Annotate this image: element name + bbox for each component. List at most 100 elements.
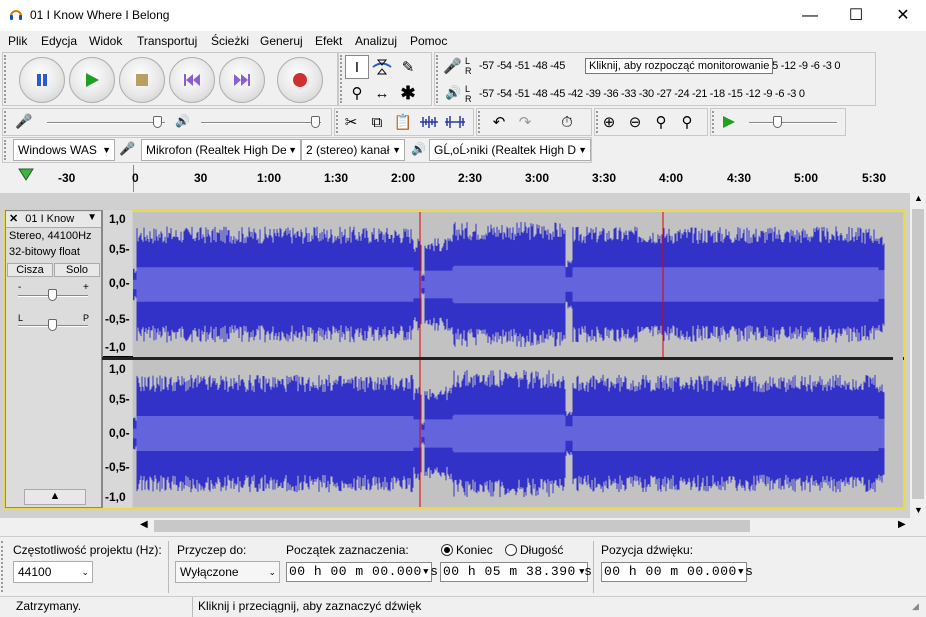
- scroll-up-icon[interactable]: ▲: [914, 193, 923, 203]
- track-title-bar[interactable]: ✕ 01 I Know ▼: [6, 212, 101, 228]
- track-name[interactable]: 01 I Know: [25, 213, 74, 225]
- magnifier-icon: ⚲: [351, 85, 363, 102]
- toolbar-grip[interactable]: [478, 111, 484, 133]
- trim-button[interactable]: [417, 110, 441, 134]
- meter-toolbar: 🎤 LR -57 -54 -51 -48 -45 -15 -12 -9 -6 -…: [434, 52, 876, 106]
- record-meter-mic-icon[interactable]: 🎤: [443, 57, 462, 75]
- chevron-down-icon: ▼: [288, 145, 297, 155]
- audio-host-select[interactable]: Windows WAS ▼: [13, 139, 115, 161]
- menu-view[interactable]: Widok: [89, 34, 122, 48]
- menu-analyze[interactable]: Analizuj: [355, 34, 397, 48]
- selection-start-time[interactable]: 00 h 00 m 00.000 s ▼: [286, 562, 438, 582]
- toolbar-grip[interactable]: [4, 111, 10, 133]
- timeline-ruler[interactable]: -30 0 30 1:00 1:30 2:00 2:30 3:00 3:30 4…: [0, 165, 910, 192]
- play-meter[interactable]: LR -57 -54 -51 -48 -45 -42 -39 -36 -33 -…: [465, 84, 875, 105]
- end-radio-label[interactable]: Koniec: [456, 543, 493, 557]
- record-button[interactable]: [277, 57, 323, 103]
- playback-volume-thumb[interactable]: [311, 116, 320, 128]
- draw-tool-button[interactable]: ✎: [396, 55, 420, 79]
- track-bit-depth: 32-bitowy float: [9, 246, 80, 258]
- cut-button[interactable]: ✂: [339, 110, 363, 134]
- toolbar-grip[interactable]: [1, 541, 7, 592]
- meter-right-label: R: [465, 66, 472, 76]
- stop-button[interactable]: [119, 57, 165, 103]
- chevron-down-icon[interactable]: ▼: [738, 563, 744, 581]
- record-volume-thumb[interactable]: [153, 116, 162, 128]
- resize-grip-icon[interactable]: ◢: [912, 601, 919, 612]
- selection-end-time[interactable]: 00 h 05 m 38.390 s ▼: [440, 562, 592, 582]
- vertical-scroll-thumb[interactable]: [912, 209, 924, 499]
- paste-button[interactable]: 📋: [391, 110, 415, 134]
- length-radio[interactable]: [505, 544, 517, 556]
- play-meter-speaker-icon[interactable]: 🔊: [445, 85, 461, 101]
- fit-project-button[interactable]: ⚲: [675, 110, 699, 134]
- gain-slider-thumb[interactable]: [48, 289, 57, 301]
- playback-device-select[interactable]: GĹ‚oĹ›niki (Realtek High D ▼: [429, 139, 591, 161]
- track-control-panel[interactable]: ✕ 01 I Know ▼ Stereo, 44100Hz 32-bitowy …: [5, 210, 102, 508]
- menu-transport[interactable]: Transportuj: [137, 34, 197, 48]
- maximize-button[interactable]: ☐: [833, 0, 879, 31]
- menu-tracks[interactable]: Ścieżki: [211, 34, 249, 48]
- toolbar-grip[interactable]: [4, 55, 10, 103]
- play-at-speed-button[interactable]: [717, 110, 741, 134]
- close-button[interactable]: ✕: [880, 0, 926, 31]
- track-menu-chevron-icon[interactable]: ▼: [87, 212, 97, 223]
- playback-speed-thumb[interactable]: [773, 116, 782, 128]
- record-meter-ticks: -57 -54 -51 -48 -45: [479, 60, 566, 72]
- ruler-label: 4:30: [727, 171, 752, 185]
- collapse-track-button[interactable]: ▲: [24, 489, 86, 505]
- envelope-tool-button[interactable]: [370, 55, 394, 79]
- snap-to-select[interactable]: Wyłączone ⌄: [175, 561, 280, 583]
- skip-start-button[interactable]: [169, 57, 215, 103]
- playback-speed-slider[interactable]: [749, 122, 837, 124]
- waveform-right-channel[interactable]: [133, 360, 893, 507]
- chevron-down-icon[interactable]: ▼: [579, 563, 585, 581]
- scroll-right-icon[interactable]: ▶: [898, 519, 906, 530]
- scroll-down-icon[interactable]: ▼: [914, 505, 923, 515]
- scroll-left-icon[interactable]: ◀: [140, 519, 148, 530]
- multi-tool-button[interactable]: ✱: [396, 81, 420, 105]
- project-rate-select[interactable]: 44100 ⌄: [13, 561, 93, 583]
- end-radio[interactable]: [441, 544, 453, 556]
- chevron-down-icon[interactable]: ▼: [423, 563, 429, 581]
- horizontal-scrollbar[interactable]: ◀ ▶: [138, 518, 910, 534]
- record-volume-slider[interactable]: [47, 122, 165, 124]
- recording-device-select[interactable]: Mikrofon (Realtek High De ▼: [141, 139, 301, 161]
- toolbar-grip[interactable]: [4, 140, 10, 160]
- divider: [593, 541, 594, 593]
- pause-button[interactable]: [19, 57, 65, 103]
- fit-selection-button[interactable]: ⚲: [649, 110, 673, 134]
- close-track-icon[interactable]: ✕: [9, 213, 18, 225]
- play-head-icon[interactable]: [18, 168, 34, 182]
- menu-edit[interactable]: Edycja: [41, 34, 77, 48]
- waveform-left-channel[interactable]: [133, 212, 893, 357]
- horizontal-scroll-thumb[interactable]: [154, 520, 750, 532]
- audio-position-time[interactable]: 00 h 00 m 00.000 s ▼: [601, 562, 753, 582]
- playback-volume-slider[interactable]: [201, 122, 321, 124]
- menu-generate[interactable]: Generuj: [260, 34, 303, 48]
- toolbar-grip[interactable]: [436, 55, 442, 103]
- sync-lock-button[interactable]: ⏱: [555, 110, 579, 134]
- selection-tool-button[interactable]: I: [345, 55, 369, 79]
- play-button[interactable]: [69, 57, 115, 103]
- timeshift-tool-button[interactable]: ↔: [370, 81, 394, 105]
- menu-help[interactable]: Pomoc: [410, 34, 447, 48]
- minimize-button[interactable]: —: [787, 0, 833, 31]
- pan-slider-thumb[interactable]: [48, 319, 57, 331]
- channels-select[interactable]: 2 (stereo) kanał ▼: [301, 139, 405, 161]
- zoom-out-button[interactable]: ⊖: [623, 110, 647, 134]
- zoom-in-button[interactable]: ⊕: [597, 110, 621, 134]
- redo-button[interactable]: ↷: [513, 110, 537, 134]
- skip-end-button[interactable]: [219, 57, 265, 103]
- undo-button[interactable]: ↶: [487, 110, 511, 134]
- zoom-tool-button[interactable]: ⚲: [345, 81, 369, 105]
- menu-effect[interactable]: Efekt: [315, 34, 342, 48]
- copy-button[interactable]: ⧉: [365, 110, 389, 134]
- menu-file[interactable]: Plik: [8, 34, 27, 48]
- mute-button[interactable]: Cisza: [7, 263, 53, 277]
- silence-button[interactable]: [443, 110, 467, 134]
- vertical-scrollbar[interactable]: ▲ ▼: [910, 193, 926, 518]
- length-radio-label[interactable]: Długość: [520, 543, 563, 557]
- chevron-up-icon: ▲: [49, 490, 61, 502]
- solo-button[interactable]: Solo: [54, 263, 100, 277]
